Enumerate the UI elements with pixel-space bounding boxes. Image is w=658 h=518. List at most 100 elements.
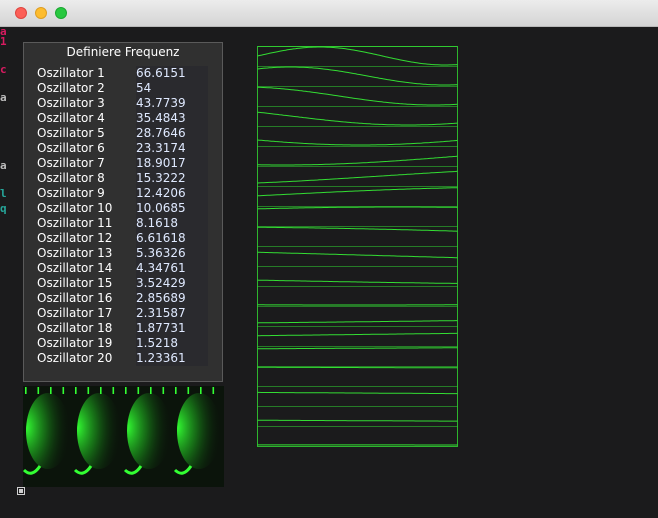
oscillator-wave <box>257 419 458 422</box>
oscillator-row: Oszillator 18 1.87731 <box>37 321 208 336</box>
terminal-fragment: l <box>0 187 7 200</box>
oscillator-label: Oszillator 3 <box>37 96 105 110</box>
oscillator-label: Oszillator 12 <box>37 231 113 245</box>
oscillator-wave <box>257 206 458 210</box>
tick-mark <box>212 387 215 394</box>
oscillator-row: Oszillator 10 10.0685 <box>37 201 208 216</box>
oscillator-wave <box>257 66 458 86</box>
glow-blob <box>26 393 70 469</box>
frequency-input[interactable]: 1.87731 <box>136 321 208 336</box>
tick-mark <box>162 387 165 394</box>
oscillator-row: Oszillator 16 2.85689 <box>37 291 208 306</box>
minimize-window-button[interactable] <box>35 7 47 19</box>
frequency-input[interactable]: 28.7646 <box>136 126 208 141</box>
oscillator-label: Oszillator 1 <box>37 66 105 80</box>
frequency-input[interactable]: 66.6151 <box>136 66 208 81</box>
tick-mark <box>100 387 102 394</box>
frequency-input[interactable]: 1.23361 <box>136 351 208 366</box>
oscillator-label: Oszillator 8 <box>37 171 105 185</box>
oscillator-wave <box>257 111 458 126</box>
glow-blob <box>177 393 221 469</box>
oscillator-label: Oszillator 6 <box>37 141 105 155</box>
waveform-display <box>257 46 458 447</box>
tick-mark <box>150 387 152 394</box>
frequency-input[interactable]: 54 <box>136 81 208 96</box>
oscillator-wave <box>257 347 458 350</box>
oscillator-row: Oszillator 7 18.9017 <box>37 156 208 171</box>
oscillator-row: Oszillator 12 6.61618 <box>37 231 208 246</box>
terminal-fragment: c <box>0 63 7 76</box>
oscillator-row: Oszillator 15 3.52429 <box>37 276 208 291</box>
oscillator-row: Oszillator 8 15.3222 <box>37 171 208 186</box>
tick-mark <box>37 387 40 394</box>
frequency-input[interactable]: 12.4206 <box>136 186 208 201</box>
frequency-input[interactable]: 5.36326 <box>136 246 208 261</box>
oscillator-wave <box>257 187 458 197</box>
frequency-input[interactable]: 43.7739 <box>136 96 208 111</box>
tick-mark <box>200 387 202 394</box>
oscillator-row: Oszillator 19 1.5218 <box>37 336 208 351</box>
frequency-input[interactable]: 18.9017 <box>136 156 208 171</box>
tick-mark <box>112 387 115 394</box>
oscillator-label: Oszillator 14 <box>37 261 113 275</box>
frequency-input[interactable]: 6.61618 <box>136 231 208 246</box>
frequency-input[interactable]: 8.1618 <box>136 216 208 231</box>
close-window-button[interactable] <box>15 7 27 19</box>
oscillator-wave <box>257 251 458 259</box>
oscillator-row: Oszillator 20 1.23361 <box>37 351 208 366</box>
terminal-fragment: a <box>0 159 7 172</box>
oscillator-wave <box>257 226 458 232</box>
oscillator-row: Oszillator 4 35.4843 <box>37 111 208 126</box>
glow-blob <box>77 393 121 469</box>
frequency-panel: Definiere Frequenz Oszillator 1 66.6151 Os… <box>23 42 223 382</box>
terminal-fragment: a <box>0 91 7 104</box>
oscillator-row: Oszillator 3 43.7739 <box>37 96 208 111</box>
tick-mark <box>87 387 90 394</box>
oscillator-wave <box>257 86 458 106</box>
resize-handle-square <box>19 489 23 493</box>
oscillator-row: Oszillator 5 28.7646 <box>37 126 208 141</box>
oscillator-wave <box>257 391 458 395</box>
oscillator-label: Oszillator 7 <box>37 156 105 170</box>
oscillator-row: Oszillator 2 54 <box>37 81 208 96</box>
tick-mark <box>187 387 190 394</box>
tick-mark <box>75 387 77 394</box>
frequency-input[interactable]: 35.4843 <box>136 111 208 126</box>
oscillator-wave <box>257 155 458 166</box>
frequency-input[interactable]: 10.0685 <box>136 201 208 216</box>
oscillator-label: Oszillator 13 <box>37 246 113 260</box>
frequency-input[interactable]: 1.5218 <box>136 336 208 351</box>
tick-mark <box>175 387 177 394</box>
frequency-input[interactable]: 4.34761 <box>136 261 208 276</box>
oscillator-row: Oszillator 1 66.6151 <box>37 66 208 81</box>
oscillator-label: Oszillator 5 <box>37 126 105 140</box>
oscillator-wave <box>257 139 458 146</box>
oscillator-row: Oszillator 6 23.3174 <box>37 141 208 156</box>
oscillator-row: Oszillator 11 8.1618 <box>37 216 208 231</box>
tick-mark <box>25 387 27 394</box>
tick-mark <box>137 387 140 394</box>
oscillator-label: Oszillator 20 <box>37 351 113 365</box>
oscillator-label: Oszillator 11 <box>37 216 113 230</box>
oscillator-label: Oszillator 18 <box>37 321 113 335</box>
oscillator-wave <box>257 366 458 369</box>
oscillator-row: Oszillator 17 2.31587 <box>37 306 208 321</box>
oscillator-row: Oszillator 9 12.4206 <box>37 186 208 201</box>
terminal-fragment: q <box>0 202 7 215</box>
oscilloscope-preview <box>23 386 224 487</box>
frequency-input[interactable]: 15.3222 <box>136 171 208 186</box>
terminal-fragment: 1 <box>0 35 7 48</box>
tick-mark <box>50 387 52 394</box>
oscillator-label: Oszillator 19 <box>37 336 113 350</box>
resize-handle-icon[interactable] <box>17 487 25 495</box>
frequency-input[interactable]: 23.3174 <box>136 141 208 156</box>
frequency-input[interactable]: 3.52429 <box>136 276 208 291</box>
oscillator-wave <box>257 332 458 337</box>
zoom-window-button[interactable] <box>55 7 67 19</box>
frequency-input[interactable]: 2.85689 <box>136 291 208 306</box>
oscillator-label: Oszillator 17 <box>37 306 113 320</box>
panel-title: Definiere Frequenz <box>66 45 180 59</box>
oscillator-label: Oszillator 4 <box>37 111 105 125</box>
frequency-input[interactable]: 2.31587 <box>136 306 208 321</box>
tick-mark <box>62 387 65 394</box>
